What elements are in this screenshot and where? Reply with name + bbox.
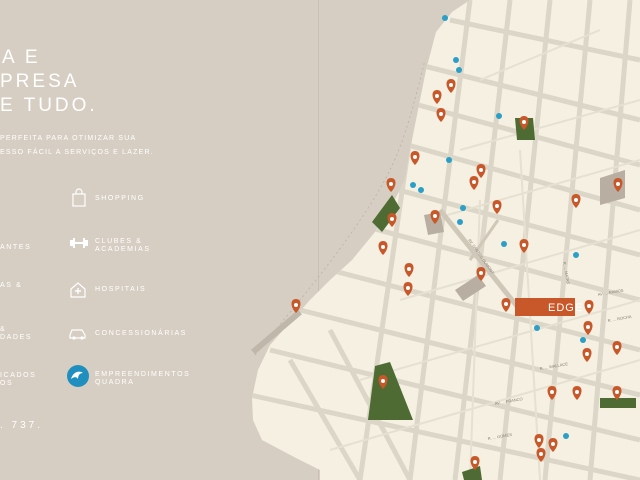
quadra-marker [418,187,424,193]
quadra-marker [496,113,502,119]
quadra-marker [460,205,466,211]
quadra-marker [453,57,459,63]
neighborhood-map: EDGE AV. SANTOS DUMONT R. ... MATAS AV. … [251,0,640,480]
brochure-page: A E PRESA E TUDO. PERFEITA PARA OTIMIZAR… [0,0,640,480]
park-4 [600,398,636,408]
quadra-marker [563,433,569,439]
quadra-marker [501,241,507,247]
quadra-marker [456,67,462,73]
project-edge-label: EDGE [548,302,583,314]
quadra-marker [457,219,463,225]
quadra-marker [446,157,452,163]
poi-pin [291,299,301,313]
quadra-marker [534,325,540,331]
quadra-marker [442,15,448,21]
quadra-marker [580,337,586,343]
poi-pin [386,178,396,192]
quadra-marker [573,252,579,258]
quadra-marker [410,182,416,188]
